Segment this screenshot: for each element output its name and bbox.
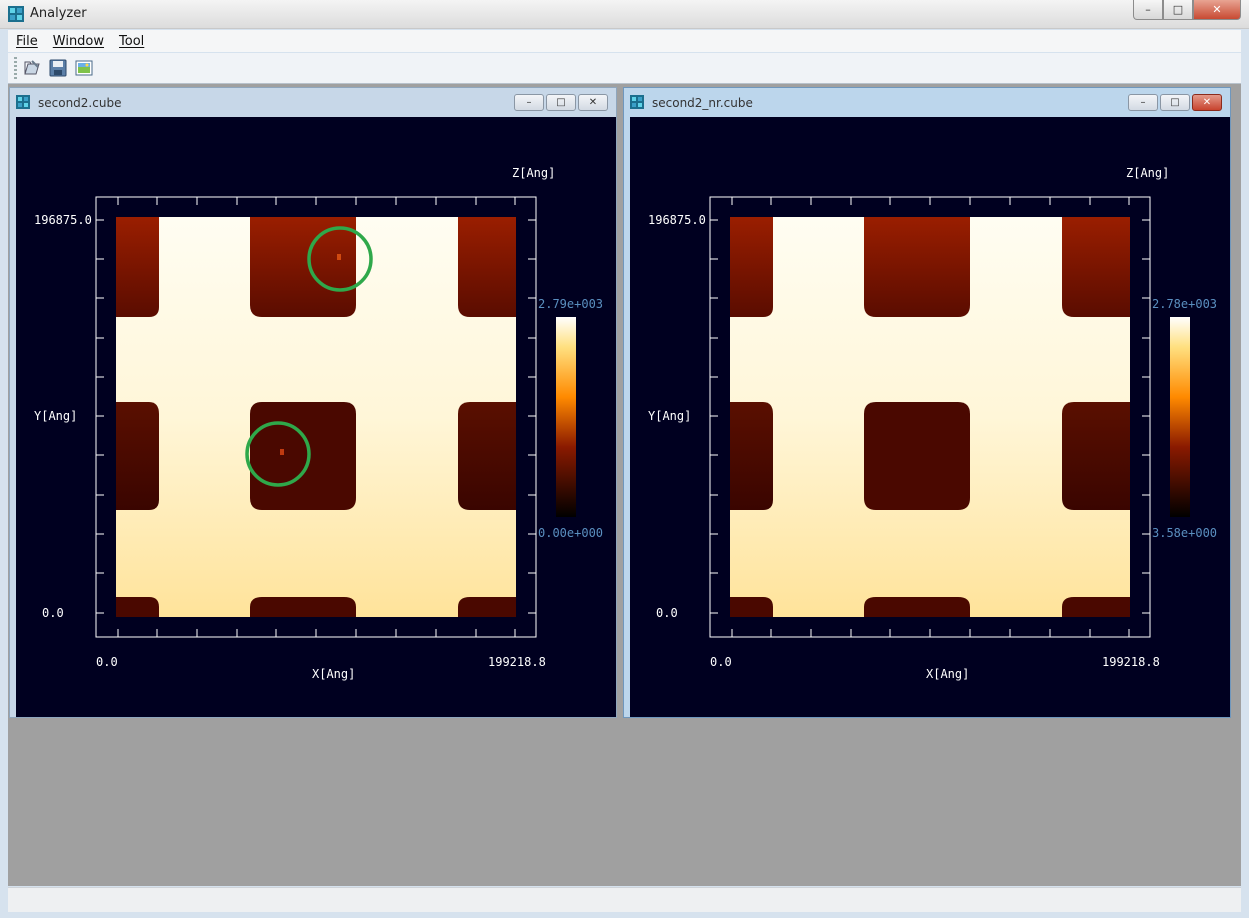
- close-icon: ✕: [588, 97, 598, 108]
- app-icon: [8, 6, 24, 22]
- minimize-icon: –: [1145, 3, 1151, 16]
- close-icon: ✕: [1212, 3, 1222, 16]
- colorbar: [556, 317, 576, 517]
- cube-window-1[interactable]: second2.cube – □ ✕ Z[Ang] 196875.0 Y[Ang…: [9, 87, 617, 718]
- open-icon[interactable]: [22, 58, 42, 78]
- close-icon: ✕: [1202, 97, 1212, 108]
- plot-canvas-2[interactable]: Z[Ang] 196875.0 Y[Ang] 0.0 0.0 199218.8 …: [630, 117, 1230, 717]
- heatmap-plot-1: Z[Ang] 196875.0 Y[Ang] 0.0 0.0 199218.8 …: [34, 166, 603, 681]
- y-min-label: 0.0: [42, 606, 64, 620]
- x-min-label: 0.0: [710, 655, 732, 669]
- cube-window-2-titlebar[interactable]: second2_nr.cube – □ ✕: [624, 88, 1230, 114]
- heatmap-image: [730, 217, 1130, 617]
- minimize-icon: –: [526, 97, 532, 108]
- x-axis-label: X[Ang]: [312, 667, 355, 681]
- y-axis-label: Y[Ang]: [648, 409, 691, 423]
- x-max-label: 199218.8: [1102, 655, 1160, 669]
- status-bar: [8, 887, 1241, 912]
- colorbar-min-label: 0.00e+000: [538, 526, 603, 540]
- child-close-button[interactable]: ✕: [1192, 94, 1222, 111]
- y-max-label: 196875.0: [648, 213, 706, 227]
- close-button[interactable]: ✕: [1193, 0, 1241, 20]
- colorbar-max-label: 2.78e+003: [1152, 297, 1217, 311]
- x-max-label: 199218.8: [488, 655, 546, 669]
- colorbar-min-label: 3.58e+000: [1152, 526, 1217, 540]
- plot-canvas-1[interactable]: Z[Ang] 196875.0 Y[Ang] 0.0 0.0 199218.8 …: [16, 117, 616, 717]
- menu-window[interactable]: Window: [53, 34, 104, 49]
- cube-icon: [630, 95, 644, 109]
- child-minimize-button[interactable]: –: [514, 94, 544, 111]
- minimize-icon: –: [1140, 97, 1146, 108]
- menu-file[interactable]: File: [16, 34, 38, 49]
- mdi-area: second2.cube – □ ✕ Z[Ang] 196875.0 Y[Ang…: [8, 84, 1241, 886]
- colorbar: [1170, 317, 1190, 517]
- z-axis-label: Z[Ang]: [512, 166, 555, 180]
- save-icon[interactable]: [48, 58, 68, 78]
- cube-window-2[interactable]: second2_nr.cube – □ ✕ Z[Ang] 196875.0 Y[…: [623, 87, 1231, 718]
- maximize-icon: □: [1170, 97, 1180, 108]
- cube-icon: [16, 95, 30, 109]
- child-close-button[interactable]: ✕: [578, 94, 608, 111]
- y-min-label: 0.0: [656, 606, 678, 620]
- cube-window-2-title: second2_nr.cube: [652, 96, 753, 110]
- minimize-button[interactable]: –: [1133, 0, 1163, 20]
- image-icon[interactable]: [74, 58, 94, 78]
- heatmap-plot-2: Z[Ang] 196875.0 Y[Ang] 0.0 0.0 199218.8 …: [648, 166, 1217, 681]
- cube-window-1-title: second2.cube: [38, 96, 122, 110]
- child-maximize-button[interactable]: □: [1160, 94, 1190, 111]
- app-title: Analyzer: [30, 6, 87, 21]
- maximize-icon: □: [556, 97, 566, 108]
- toolbar-grip[interactable]: [14, 57, 17, 79]
- cube-window-1-titlebar[interactable]: second2.cube – □ ✕: [10, 88, 616, 114]
- menu-bar: File Window Tool: [8, 30, 1241, 52]
- x-min-label: 0.0: [96, 655, 118, 669]
- menu-tool[interactable]: Tool: [119, 34, 144, 49]
- toolbar: [8, 53, 1241, 84]
- child-minimize-button[interactable]: –: [1128, 94, 1158, 111]
- z-axis-label: Z[Ang]: [1126, 166, 1169, 180]
- x-axis-label: X[Ang]: [926, 667, 969, 681]
- title-bar[interactable]: Analyzer – □ ✕: [0, 0, 1249, 29]
- child-maximize-button[interactable]: □: [546, 94, 576, 111]
- y-axis-label: Y[Ang]: [34, 409, 77, 423]
- colorbar-max-label: 2.79e+003: [538, 297, 603, 311]
- y-max-label: 196875.0: [34, 213, 92, 227]
- analyzer-window: Analyzer – □ ✕ File Window Tool second2.…: [0, 0, 1249, 918]
- maximize-button[interactable]: □: [1163, 0, 1193, 20]
- maximize-icon: □: [1172, 3, 1184, 16]
